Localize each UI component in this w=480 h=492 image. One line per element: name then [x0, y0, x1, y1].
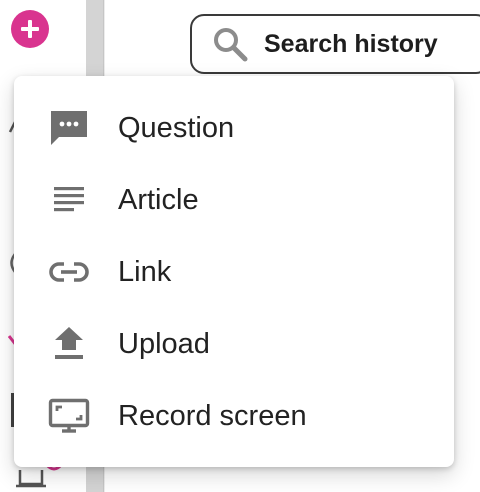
record-screen-icon	[48, 398, 90, 434]
text-lines-icon	[48, 185, 90, 215]
menu-item-record-screen[interactable]: Record screen	[14, 380, 454, 452]
create-menu: Question Article Link Upload Record scre…	[14, 76, 454, 467]
menu-item-label: Record screen	[118, 399, 307, 432]
menu-item-label: Article	[118, 183, 199, 216]
menu-item-label: Upload	[118, 327, 210, 360]
search-history-label: Search history	[264, 29, 438, 58]
search-history-button[interactable]: Search history	[190, 14, 480, 74]
upload-icon	[48, 326, 90, 362]
link-icon	[48, 260, 90, 284]
bell-icon	[16, 470, 46, 488]
menu-item-upload[interactable]: Upload	[14, 308, 454, 380]
menu-item-article[interactable]: Article	[14, 164, 454, 236]
menu-item-question[interactable]: Question	[14, 92, 454, 164]
menu-item-label: Link	[118, 255, 172, 288]
add-button[interactable]	[11, 10, 49, 48]
chat-bubble-icon	[48, 108, 90, 148]
menu-item-label: Question	[118, 111, 235, 144]
search-icon	[212, 26, 248, 62]
plus-icon	[21, 20, 39, 38]
menu-item-link[interactable]: Link	[14, 236, 454, 308]
